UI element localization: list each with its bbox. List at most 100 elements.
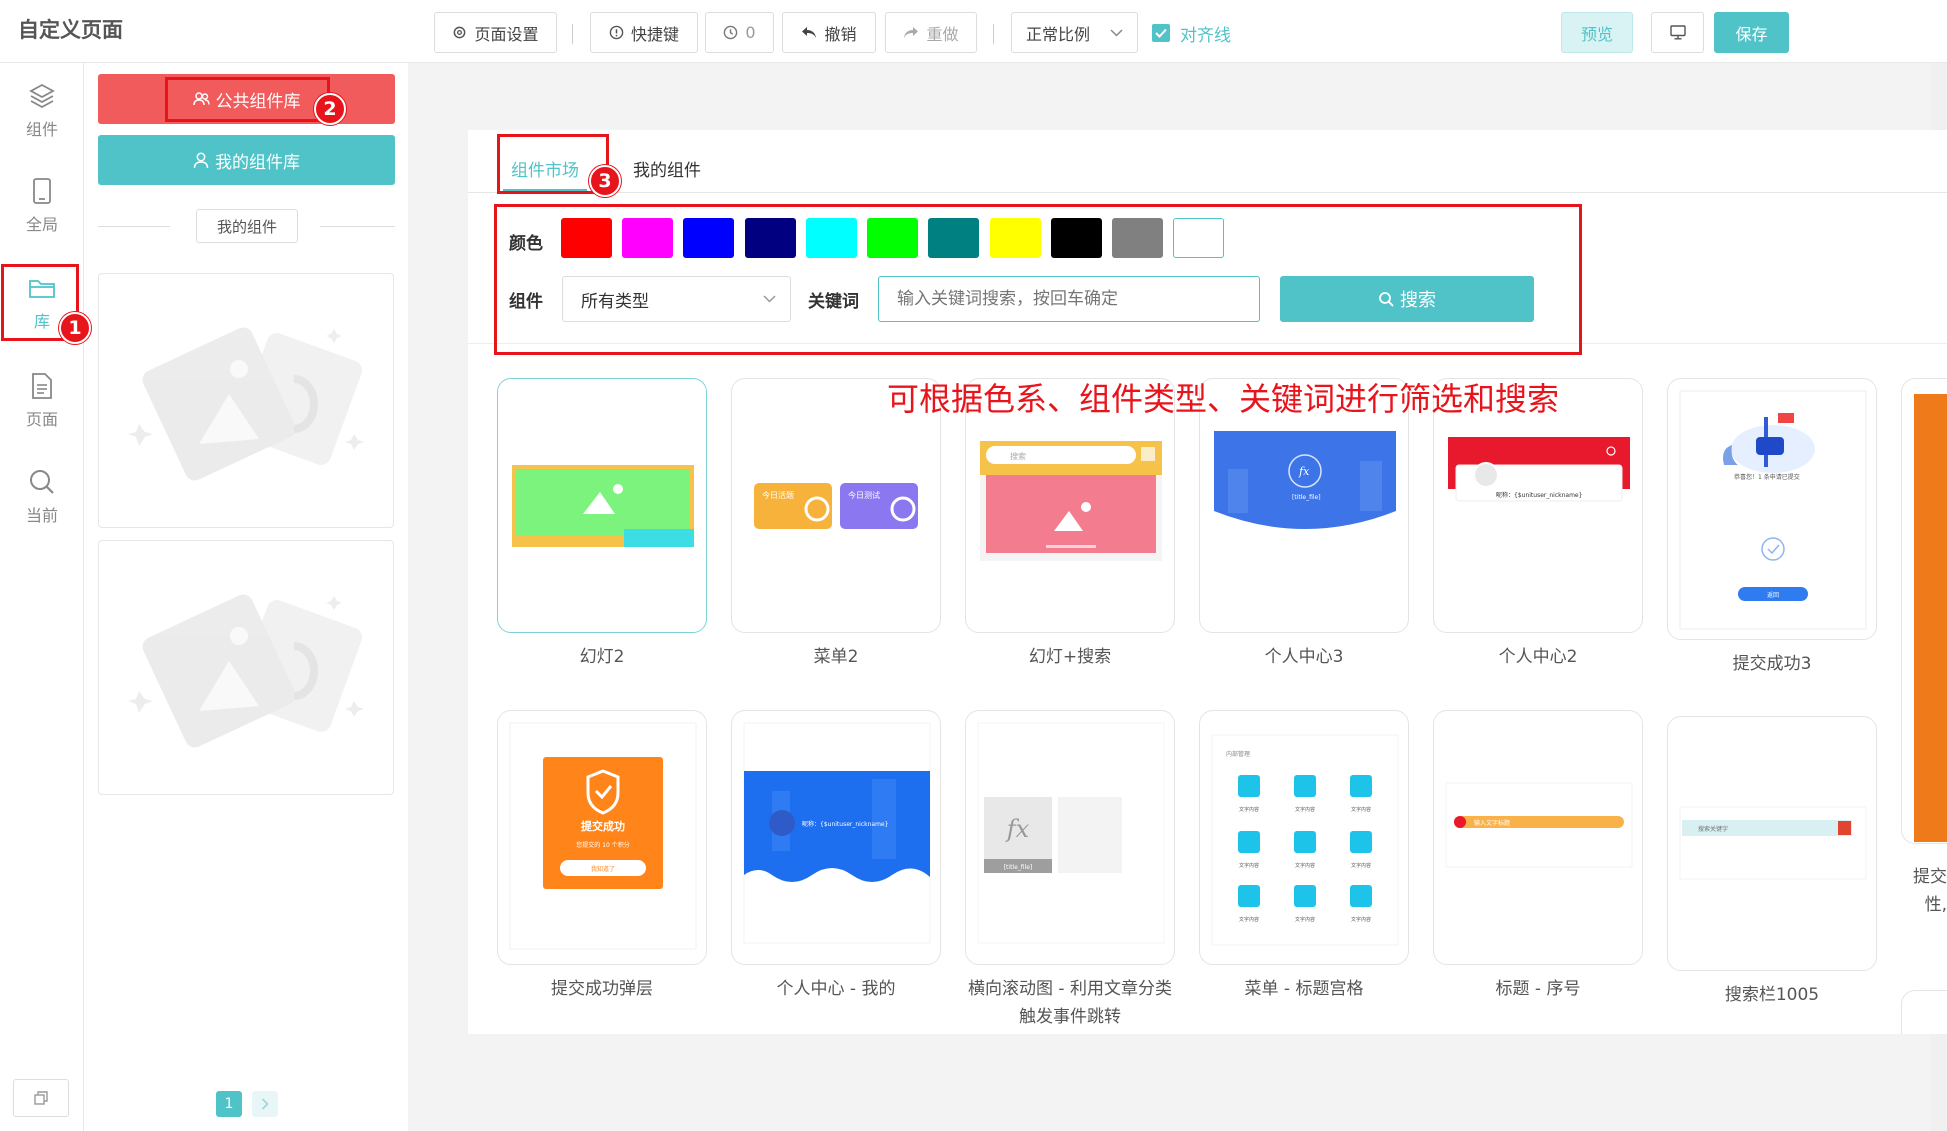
search-icon [30,470,54,494]
svg-text:fx: fx [1298,465,1310,478]
rail-item-components[interactable]: 组件 [0,72,84,150]
svg-text:搜索关键字: 搜索关键字 [1698,825,1728,833]
app-title: 自定义页面 [18,18,123,42]
component-name: 幻灯2 [579,647,625,667]
svg-text:今日活题: 今日活题 [762,490,794,500]
redo-button[interactable]: 重做 [885,12,977,53]
svg-text:文字内容: 文字内容 [1295,862,1315,869]
rail-item-current[interactable]: 当前 [0,458,84,536]
image-placeholder-icon [128,327,364,481]
redo-label: 重做 [926,24,959,44]
user-icon [193,152,209,168]
component-card[interactable]: 提交成功 您提交的 10 个积分 我知道了 [497,710,707,965]
success-popup-thumbnail: 提交成功 您提交的 10 个积分 我知道了 [509,722,697,950]
component-name: 幻灯+搜索 [1028,647,1112,667]
rail-bottom-button[interactable] [13,1079,69,1117]
component-name: 标题 - 序号 [1495,979,1581,999]
annotation-caption: 可根据色系、组件类型、关键词进行筛选和搜索 [887,380,1560,418]
align-lines-checkbox[interactable] [1152,24,1170,42]
svg-text:文字内容: 文字内容 [1351,862,1371,869]
submit-success-thumbnail: 恭喜您！1 条申请已提交 返回 [1679,390,1867,630]
svg-text:文字内容: 文字内容 [1351,806,1371,813]
title-number-thumbnail: 输入文字标题 [1445,782,1633,868]
component-card-partial[interactable] [1901,990,1947,1034]
check-icon [1155,28,1167,38]
svg-text:文字内容: 文字内容 [1239,862,1259,869]
divider [98,226,170,227]
component-name: 提交成功3 [1732,654,1812,674]
preview-button[interactable]: 预览 [1561,12,1633,53]
gear-icon [454,26,466,39]
next-page-button[interactable] [252,1091,278,1117]
component-card[interactable]: 恭喜您！1 条申请已提交 返回 [1667,378,1877,640]
page-1-button[interactable]: 1 [216,1091,242,1117]
svg-text:[title_file]: [title_file] [1004,864,1033,871]
component-name: 个人中心2 [1498,647,1578,667]
component-placeholder[interactable] [98,273,394,528]
undo-label: 撤销 [824,24,857,44]
page-settings-button[interactable]: 页面设置 [434,12,557,53]
scale-select[interactable]: 正常比例 [1011,12,1138,53]
redo-icon [904,26,919,38]
rail-item-global[interactable]: 全局 [0,167,84,245]
svg-text:fx: fx [1005,815,1030,843]
component-name: 个人中心3 [1264,647,1344,667]
market-tab-bar [468,192,1947,193]
rail-label: 全局 [25,215,58,234]
toolbar-divider [572,24,573,44]
tab-mine[interactable]: 我的组件 [633,156,701,181]
rail-item-pages[interactable]: 页面 [0,362,84,440]
undo-icon [802,26,817,38]
info-icon [609,25,624,40]
annotation-box-public [165,77,330,122]
svg-text:昵称：{$unituser_nickname}: 昵称：{$unituser_nickname} [802,820,889,828]
shortcuts-label: 快捷键 [630,24,679,44]
partial-thumbnail [1914,394,1947,842]
annotation-badge-2: 2 [314,93,346,125]
component-card[interactable]: fx [title_file] [965,710,1175,965]
scroll-image-thumbnail: fx [title_file] [977,722,1165,944]
svg-text:输入文字标题: 输入文字标题 [1474,819,1510,827]
image-placeholder-icon [128,594,364,748]
profile-mine-thumbnail: 昵称：{$unituser_nickname} [743,722,931,944]
svg-text:[title_file]: [title_file] [1292,494,1321,501]
component-card[interactable]: 输入文字标题 [1433,710,1643,965]
divider [320,226,395,227]
rail-label: 页面 [25,410,58,429]
history-count: 0 [745,23,756,42]
component-placeholder[interactable] [98,540,394,795]
svg-text:恭喜您！1 条申请已提交: 恭喜您！1 条申请已提交 [1734,473,1800,481]
history-button[interactable]: 0 [705,12,774,53]
menu-grid-thumbnail: 内部管理 文字内容 文字内容 文字内容 文字内容 文字内容 文字内容 文字内容 文字内容文… [1211,734,1399,946]
rail-label: 当前 [25,506,58,525]
component-card[interactable] [497,378,707,633]
component-card[interactable]: 昵称：{$unituser_nickname} [731,710,941,965]
svg-text:文字内容: 文字内容 [1239,806,1259,813]
svg-text:文字内容: 文字内容 [1295,806,1315,813]
align-lines-label[interactable]: 对齐线 [1180,21,1231,46]
chevron-right-icon [261,1098,269,1110]
svg-text:今日测试: 今日测试 [848,490,880,500]
annotation-badge-3: 3 [589,165,621,197]
component-card-partial[interactable] [1901,378,1947,844]
component-card[interactable]: 内部管理 文字内容 文字内容 文字内容 文字内容 文字内容 文字内容 文字内容 文字内容文… [1199,710,1409,965]
svg-text:我知道了: 我知道了 [591,865,615,873]
undo-button[interactable]: 撤销 [782,12,876,53]
component-card[interactable]: 搜索关键字 [1667,716,1877,971]
annotation-box-filters [494,204,1582,355]
shortcuts-button[interactable]: 快捷键 [590,12,698,53]
svg-text:文字内容: 文字内容 [1351,916,1371,923]
monitor-icon [1669,25,1686,40]
copy-icon [34,1091,48,1105]
component-name: 菜单 - 标题宫格 [1244,979,1364,999]
scale-value: 正常比例 [1026,24,1091,44]
document-icon [32,373,52,399]
slide-thumbnail [512,465,694,547]
annotation-badge-1: 1 [59,312,91,344]
my-library-button[interactable]: 我的组件库 [98,135,395,185]
save-button[interactable]: 保存 [1714,12,1789,53]
my-components-tag[interactable]: 我的组件 [196,209,298,243]
svg-text:文字内容: 文字内容 [1239,916,1259,923]
device-toggle-button[interactable] [1651,12,1704,53]
svg-text:您提交的 10 个积分: 您提交的 10 个积分 [576,841,629,849]
